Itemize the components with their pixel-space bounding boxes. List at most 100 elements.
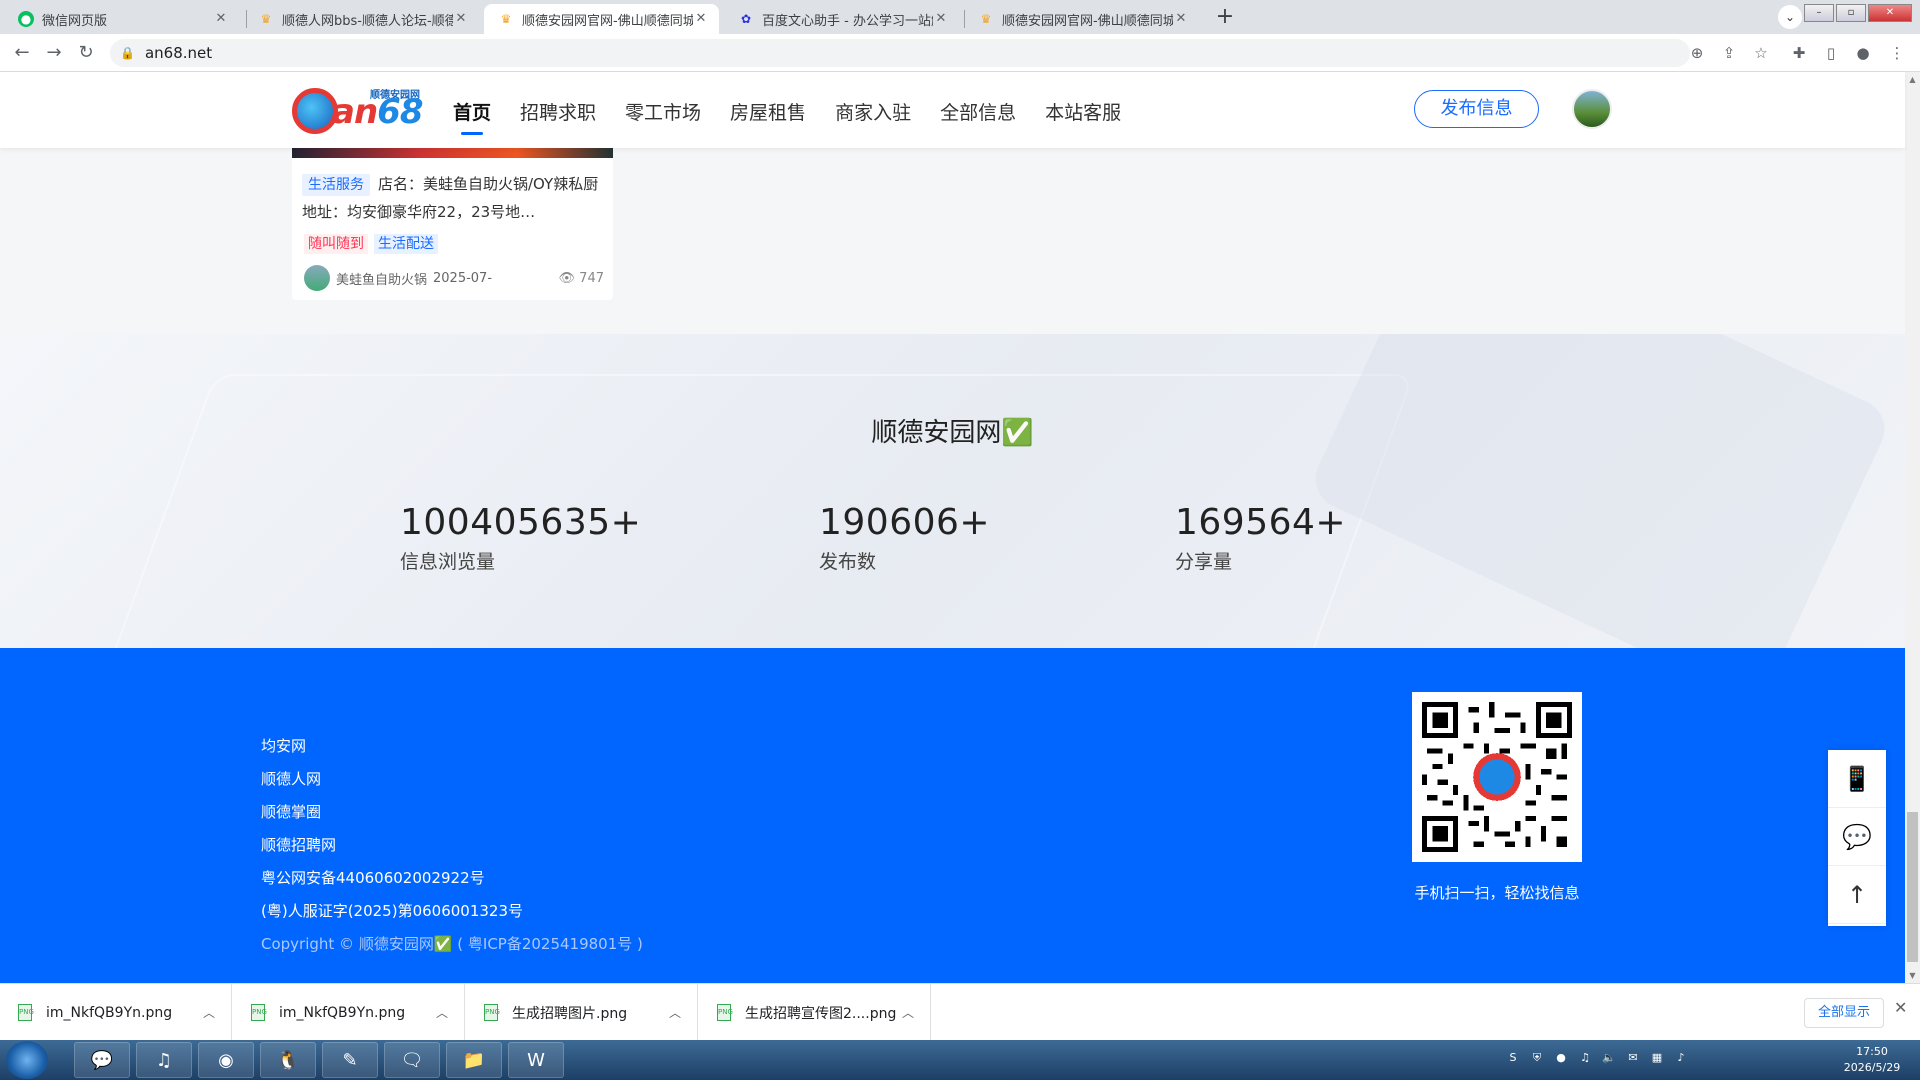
site-favicon-icon: ♛ <box>500 12 512 26</box>
windows-taskbar: 💬 ♫ ◉ 🐧 ✎ 🗨 📁 W S ⛨ ● ♫ 🔈 ✉ ▦ ♪ 17:50 20… <box>0 1040 1920 1080</box>
category-tag: 生活服务 <box>302 174 370 196</box>
qr-code <box>1412 692 1582 862</box>
main-nav: 首页 招聘求职 零工市场 房屋租售 商家入驻 全部信息 本站客服 <box>453 98 1150 135</box>
browser-tab[interactable]: ✿ 百度文心助手 - 办公学习一站解 ✕ <box>724 4 959 34</box>
taskbar-clock[interactable]: 17:50 2026/5/29 <box>1832 1044 1912 1076</box>
floating-toolbar: 📱 💬 ↑ <box>1828 750 1886 926</box>
chevron-up-icon[interactable]: ︿ <box>902 1004 914 1021</box>
nav-jobs[interactable]: 招聘求职 <box>520 98 596 125</box>
profile-icon[interactable]: ● <box>1852 42 1874 64</box>
show-all-downloads-button[interactable]: 全部显示 <box>1804 998 1884 1028</box>
mobile-phone-icon[interactable]: 📱 <box>1828 750 1886 808</box>
tray-sogou-icon[interactable]: S <box>1505 1050 1521 1066</box>
stat-shares: 169564+ 分享量 <box>1175 502 1346 574</box>
tab-close-icon[interactable]: ✕ <box>453 11 469 27</box>
minimize-button[interactable]: – <box>1804 4 1834 22</box>
tab-title: 顺德安园网官网-佛山顺德同城门 <box>522 13 693 29</box>
download-item[interactable]: PNG im_NkfQB9Yn.png ︿ <box>0 984 232 1041</box>
close-window-button[interactable]: ✕ <box>1868 4 1912 22</box>
tray-shield-icon[interactable]: ⛨ <box>1529 1050 1545 1066</box>
clock-time: 17:50 <box>1856 1045 1888 1058</box>
user-avatar[interactable] <box>1572 89 1612 129</box>
nav-gig-market[interactable]: 零工市场 <box>625 98 701 125</box>
nav-merchants[interactable]: 商家入驻 <box>835 98 911 125</box>
stat-number: 100405635+ <box>400 502 642 543</box>
footer-link[interactable]: 顺德人网 <box>261 763 643 796</box>
close-download-bar-icon[interactable]: ✕ <box>1894 998 1907 1017</box>
netease-music-taskbar-icon[interactable]: ♫ <box>136 1042 192 1078</box>
publish-button[interactable]: 发布信息 <box>1414 90 1539 128</box>
wps-taskbar-icon[interactable]: W <box>508 1042 564 1078</box>
tab-close-icon[interactable]: ✕ <box>693 11 709 27</box>
qr-code-image <box>1422 702 1572 852</box>
tab-search-icon[interactable]: ⌄ <box>1778 5 1802 29</box>
chat-taskbar-icon[interactable]: 🗨 <box>384 1042 440 1078</box>
scrollbar-thumb[interactable] <box>1907 812 1918 962</box>
maximize-button[interactable]: ▫ <box>1836 4 1866 22</box>
window-controls: – ▫ ✕ <box>1804 4 1912 22</box>
wechat-icon: ● <box>18 11 34 27</box>
download-item[interactable]: PNG 生成招聘宣传图2....png ︿ <box>699 984 931 1041</box>
browser-tab[interactable]: ♛ 顺德人网bbs-顺德人论坛-顺德人 ✕ <box>244 4 479 34</box>
page-scrollbar[interactable]: ▲ ▼ <box>1905 72 1920 983</box>
extensions-puzzle-icon[interactable]: ✚ <box>1788 42 1810 64</box>
tray-volume-icon[interactable]: 🔈 <box>1601 1050 1617 1066</box>
tray-qq-icon[interactable]: ● <box>1553 1050 1569 1066</box>
scroll-up-icon[interactable]: ▲ <box>1905 72 1920 87</box>
forward-arrow-icon[interactable]: → <box>42 41 66 65</box>
side-panel-icon[interactable]: ▯ <box>1820 42 1842 64</box>
kebab-menu-icon[interactable]: ⋮ <box>1886 42 1908 64</box>
listing-card[interactable]: 生活服务 店名：美蛙鱼自助火锅/OY辣私厨 地址：均安御豪华府22，23号地… 随… <box>292 148 613 300</box>
bookmark-star-icon[interactable]: ☆ <box>1750 42 1772 64</box>
notepad-taskbar-icon[interactable]: ✎ <box>322 1042 378 1078</box>
wechat-taskbar-icon[interactable]: 💬 <box>74 1042 130 1078</box>
download-item[interactable]: PNG im_NkfQB9Yn.png ︿ <box>233 984 465 1041</box>
start-button[interactable] <box>6 1041 48 1079</box>
nav-all-info[interactable]: 全部信息 <box>940 98 1016 125</box>
site-header: 顺德安园网 an68 首页 招聘求职 零工市场 房屋租售 商家入驻 全部信息 本… <box>0 72 1905 148</box>
chevron-up-icon[interactable]: ︿ <box>436 1004 448 1021</box>
explorer-taskbar-icon[interactable]: 📁 <box>446 1042 502 1078</box>
footer-copyright[interactable]: Copyright © 顺德安园网✅ ( 粤ICP备2025419801号 ) <box>261 928 643 961</box>
new-tab-button[interactable]: + <box>1212 5 1238 31</box>
browser-tab[interactable]: ♛ 顺德安园网官网-佛山顺德同城门 ✕ <box>964 4 1199 34</box>
chevron-up-icon[interactable]: ︿ <box>669 1004 681 1021</box>
browser-tab-active[interactable]: ♛ 顺德安园网官网-佛山顺德同城门 ✕ <box>484 4 719 34</box>
site-footer: 均安网 顺德人网 顺德掌圈 顺德招聘网 粤公网安备44060602002922号… <box>0 648 1905 983</box>
share-icon[interactable]: ⇪ <box>1718 42 1740 64</box>
image-file-icon: PNG <box>251 1004 267 1021</box>
tray-music-icon[interactable]: ♫ <box>1577 1050 1593 1066</box>
nav-home[interactable]: 首页 <box>453 98 491 135</box>
nav-customer-service[interactable]: 本站客服 <box>1045 98 1121 125</box>
tab-close-icon[interactable]: ✕ <box>1173 11 1189 27</box>
footer-license[interactable]: (粤)人服证字(2025)第0606001323号 <box>261 895 643 928</box>
chevron-up-icon[interactable]: ︿ <box>203 1004 215 1021</box>
reload-icon[interactable]: ↻ <box>74 41 98 65</box>
back-arrow-icon[interactable]: ← <box>10 41 34 65</box>
tab-close-icon[interactable]: ✕ <box>213 11 229 27</box>
author-name: 美蛙鱼自助火锅 <box>336 272 428 288</box>
scroll-down-icon[interactable]: ▼ <box>1905 968 1920 983</box>
logo-wordmark-b: 68 <box>377 92 423 132</box>
tray-network-icon[interactable]: ▦ <box>1649 1050 1665 1066</box>
footer-link[interactable]: 顺德招聘网 <box>261 829 643 862</box>
footer-police-record[interactable]: 粤公网安备44060602002922号 <box>261 862 643 895</box>
footer-link[interactable]: 均安网 <box>261 730 643 763</box>
listing-footer: 美蛙鱼自助火锅 2025-07- 👁 747 <box>304 265 604 291</box>
tab-close-icon[interactable]: ✕ <box>933 11 949 27</box>
listing-text[interactable]: 生活服务 店名：美蛙鱼自助火锅/OY辣私厨 地址：均安御豪华府22，23号地… <box>302 170 602 226</box>
site-logo[interactable]: 顺德安园网 an68 <box>292 86 428 138</box>
back-to-top-icon[interactable]: ↑ <box>1828 866 1886 924</box>
download-item[interactable]: PNG 生成招聘图片.png ︿ <box>466 984 698 1041</box>
qq-taskbar-icon[interactable]: 🐧 <box>260 1042 316 1078</box>
chat-bubble-icon[interactable]: 💬 <box>1828 808 1886 866</box>
tray-speaker-icon[interactable]: ♪ <box>1673 1050 1689 1066</box>
nav-housing[interactable]: 房屋租售 <box>730 98 806 125</box>
address-bar[interactable]: 🔒 an68.net <box>110 39 1690 67</box>
chrome-taskbar-icon[interactable]: ◉ <box>198 1042 254 1078</box>
tray-wechat-icon[interactable]: ✉ <box>1625 1050 1641 1066</box>
zoom-icon[interactable]: ⊕ <box>1686 42 1708 64</box>
browser-tab[interactable]: ● 微信网页版 ✕ <box>4 4 239 34</box>
footer-link[interactable]: 顺德掌圈 <box>261 796 643 829</box>
browser-tab-strip: ● 微信网页版 ✕ ♛ 顺德人网bbs-顺德人论坛-顺德人 ✕ ♛ 顺德安园网官… <box>0 0 1920 34</box>
